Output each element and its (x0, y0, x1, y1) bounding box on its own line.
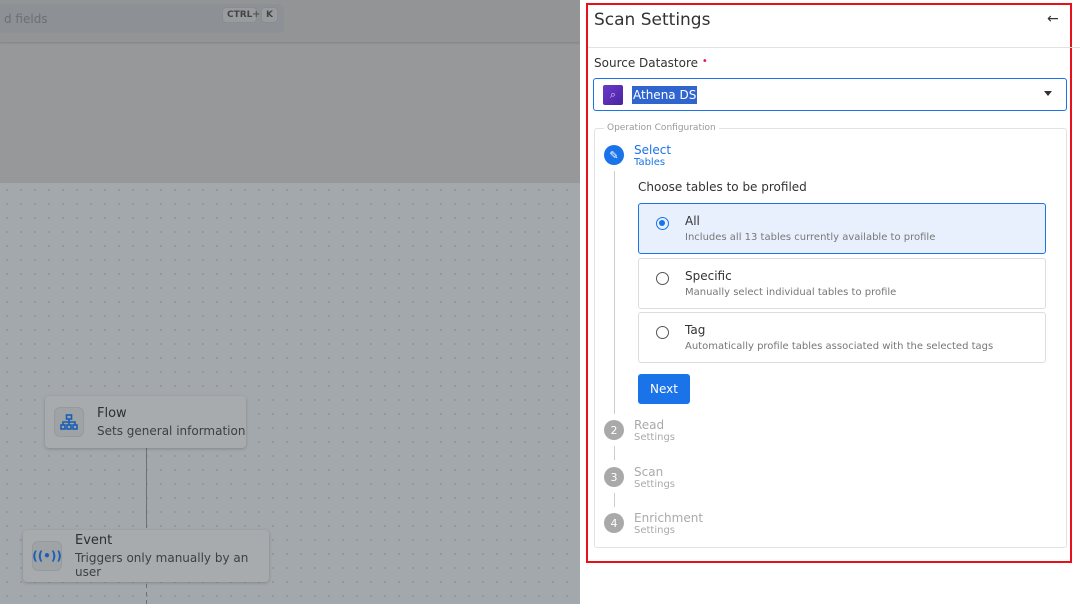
step-subtitle: Settings (634, 479, 676, 490)
step-title: Enrichment (634, 511, 704, 525)
node-subtitle: Triggers only manually by an user (75, 551, 249, 579)
athena-icon: ⌕ (603, 84, 623, 105)
broadcast-icon: ((•)) (32, 541, 62, 571)
step-number: 2 (604, 420, 624, 440)
step-title: Scan (634, 465, 664, 479)
label-text: Source Datastore (594, 56, 699, 70)
required-indicator: • (701, 56, 708, 67)
step-subtitle: Settings (634, 525, 676, 536)
step-number: 3 (604, 467, 624, 487)
option-title: Tag (685, 323, 706, 337)
panel-title: Scan Settings (594, 10, 711, 30)
step-connector (614, 446, 615, 460)
option-description: Manually select individual tables to pro… (685, 287, 897, 298)
selected-datastore: Athena DS (632, 85, 698, 104)
step-connector (614, 171, 615, 414)
search-placeholder: d fields (4, 12, 48, 26)
next-button[interactable]: Next (638, 374, 690, 404)
chevron-down-icon[interactable] (1044, 91, 1052, 96)
node-subtitle: Sets general information (97, 424, 246, 438)
event-node[interactable]: ((•)) Event Triggers only manually by an… (23, 530, 269, 582)
radio-tag[interactable] (656, 326, 669, 339)
choose-tables-label: Choose tables to be profiled (638, 180, 807, 194)
sitemap-icon (54, 407, 84, 437)
divider (588, 47, 1080, 48)
connector-line (146, 448, 147, 528)
option-title: All (685, 214, 700, 228)
connector-line-dashed (146, 584, 147, 604)
pencil-icon: ✎ (604, 145, 624, 165)
shortcut-key-k: K (261, 7, 278, 23)
option-title: Specific (685, 269, 732, 283)
option-tag[interactable]: Tag Automatically profile tables associa… (638, 312, 1046, 363)
radio-all[interactable] (656, 217, 669, 230)
option-all[interactable]: All Includes all 13 tables currently ava… (638, 203, 1046, 254)
node-title: Flow (97, 406, 127, 421)
source-datastore-label: Source Datastore • (594, 56, 708, 70)
step-title: Read (634, 418, 665, 432)
step-connector (614, 493, 615, 507)
back-arrow-icon[interactable]: ← (1047, 11, 1059, 27)
option-description: Automatically profile tables associated … (685, 341, 994, 352)
step-subtitle: Tables (634, 157, 666, 168)
step-subtitle: Settings (634, 432, 676, 443)
radio-specific[interactable] (656, 272, 669, 285)
top-bar: d fields CTRL + K (0, 0, 580, 42)
flow-node[interactable]: Flow Sets general information (45, 396, 246, 448)
node-title: Event (75, 533, 113, 548)
step-number: 4 (604, 513, 624, 533)
shortcut-plus: + (252, 9, 261, 20)
option-specific[interactable]: Specific Manually select individual tabl… (638, 258, 1046, 309)
source-datastore-select[interactable]: ⌕ Athena DS (593, 78, 1067, 111)
step-title: Select (634, 143, 672, 157)
operation-configuration-legend: Operation Configuration (604, 123, 719, 133)
option-description: Includes all 13 tables currently availab… (685, 232, 936, 243)
